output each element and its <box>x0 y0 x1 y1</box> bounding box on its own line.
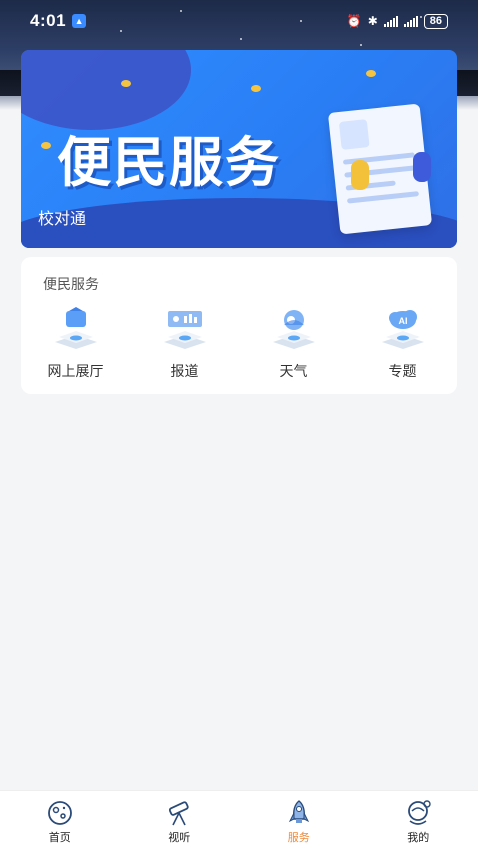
banner-subtitle: 校对通 <box>38 205 86 229</box>
service-item-topic[interactable]: AI 专题 <box>348 307 457 381</box>
weather-icon <box>271 307 317 351</box>
banner-title: 便民服务 <box>57 118 281 197</box>
home-planet-icon <box>45 799 75 827</box>
rocket-icon <box>284 799 314 827</box>
person-illustration-2 <box>413 152 431 182</box>
service-item-label: 网上展厅 <box>48 361 104 381</box>
nav-label: 首页 <box>49 829 71 845</box>
person-illustration <box>351 160 369 190</box>
nav-item-service[interactable]: 服务 <box>239 791 359 851</box>
status-bar: 4:01 ▲ ⏰ ✱ 86 <box>0 0 478 42</box>
bluetooth-icon: ✱ <box>368 14 378 28</box>
service-item-gallery[interactable]: 网上展厅 <box>21 307 130 381</box>
nav-label: 服务 <box>288 829 310 845</box>
banner[interactable]: 便民服务 校对通 <box>21 50 457 248</box>
service-section-title: 便民服务 <box>43 274 99 294</box>
service-card: 便民服务 网上展厅 报道 <box>21 257 457 394</box>
alarm-icon: ⏰ <box>347 14 362 28</box>
astronaut-icon <box>403 799 433 827</box>
signal-icon-1 <box>384 15 398 27</box>
nav-item-home[interactable]: 首页 <box>0 791 120 851</box>
service-item-label: 天气 <box>280 361 308 381</box>
nav-label: 我的 <box>407 829 429 845</box>
app-notification-icon: ▲ <box>72 14 86 28</box>
service-item-report[interactable]: 报道 <box>130 307 239 381</box>
svg-text:AI: AI <box>398 316 407 326</box>
service-item-weather[interactable]: 天气 <box>239 307 348 381</box>
topic-icon: AI <box>380 307 426 351</box>
signal-icon-2 <box>404 15 418 27</box>
telescope-icon <box>164 799 194 827</box>
report-icon <box>162 307 208 351</box>
status-time: 4:01 <box>30 11 66 31</box>
nav-item-profile[interactable]: 我的 <box>359 791 478 851</box>
gallery-icon <box>53 307 99 351</box>
service-item-label: 报道 <box>171 361 199 381</box>
nav-label: 视听 <box>168 829 190 845</box>
battery-indicator: 86 <box>424 14 448 29</box>
nav-item-media[interactable]: 视听 <box>120 791 240 851</box>
service-item-label: 专题 <box>389 361 417 381</box>
bottom-nav: 首页 视听 服务 我的 <box>0 790 478 851</box>
